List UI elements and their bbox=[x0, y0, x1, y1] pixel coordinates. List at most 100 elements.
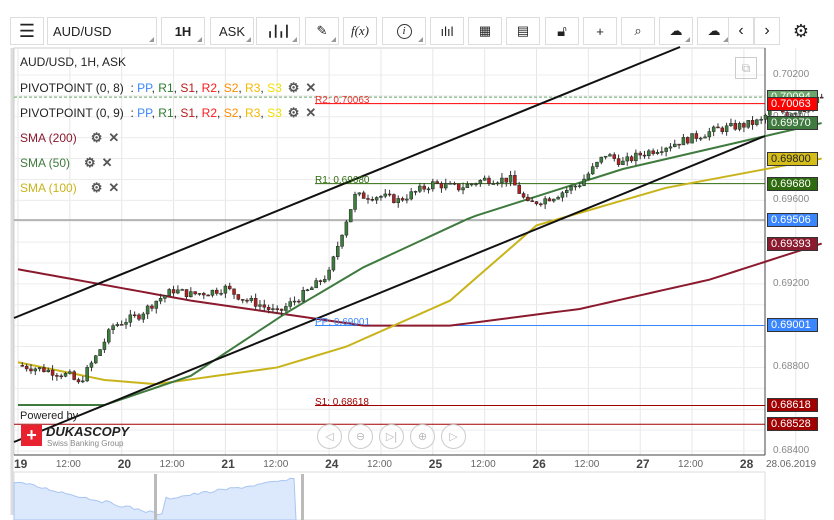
candle bbox=[750, 120, 755, 125]
close-icon[interactable]: ✕ bbox=[102, 155, 113, 171]
price-label: 0.69506 bbox=[767, 212, 818, 227]
candle bbox=[573, 185, 578, 188]
time-label: 12:00 bbox=[366, 459, 392, 470]
r2-level-label: R2: 0.70063 bbox=[315, 95, 370, 106]
candle bbox=[184, 289, 189, 298]
close-icon[interactable]: ✕ bbox=[108, 180, 119, 196]
candle bbox=[340, 234, 344, 247]
candle bbox=[145, 305, 150, 315]
candle bbox=[716, 126, 720, 129]
candle bbox=[249, 298, 254, 301]
pivot-part-r1: R1 bbox=[158, 106, 174, 120]
gear-icon[interactable]: ⚙ bbox=[288, 105, 300, 121]
candle bbox=[297, 300, 301, 303]
candle bbox=[452, 183, 457, 185]
candle bbox=[50, 369, 55, 376]
close-icon[interactable]: ✕ bbox=[305, 80, 316, 96]
pivot-parts: : PP, R1, S1, R2, S2, R3, S3 bbox=[123, 106, 282, 120]
candle bbox=[543, 198, 547, 205]
candle bbox=[76, 379, 81, 383]
close-icon[interactable]: ✕ bbox=[305, 105, 316, 121]
candle bbox=[37, 367, 42, 370]
candle bbox=[694, 133, 699, 139]
scroll-forward-button[interactable]: ▷ bbox=[441, 424, 466, 449]
reset-button[interactable]: ▷| bbox=[379, 424, 404, 449]
candle bbox=[292, 300, 297, 303]
candle bbox=[746, 120, 750, 128]
candle bbox=[387, 193, 392, 196]
candle bbox=[353, 193, 357, 210]
candle bbox=[202, 293, 206, 296]
pivot-part-r3: R3 bbox=[245, 81, 261, 95]
candle bbox=[439, 183, 444, 189]
skip-end-icon: ▷| bbox=[385, 431, 398, 443]
candle bbox=[288, 301, 292, 307]
candle bbox=[379, 195, 383, 198]
candle bbox=[634, 152, 638, 162]
candle bbox=[487, 177, 491, 184]
candle bbox=[400, 198, 405, 201]
candle bbox=[271, 308, 275, 310]
candle bbox=[517, 184, 521, 194]
candle bbox=[655, 151, 660, 154]
sma100-legend: SMA (100) ⚙ ✕ bbox=[20, 180, 119, 196]
scroll-back-button[interactable]: ◁ bbox=[317, 424, 342, 449]
candle bbox=[253, 298, 258, 307]
candle bbox=[564, 189, 569, 193]
candle bbox=[405, 198, 409, 201]
gear-icon[interactable]: ⚙ bbox=[91, 130, 103, 146]
candle bbox=[590, 166, 595, 175]
pivot-part-r2: R2 bbox=[201, 81, 218, 95]
candle bbox=[444, 183, 448, 189]
candle bbox=[81, 380, 85, 383]
candle bbox=[681, 137, 686, 146]
candle bbox=[335, 246, 340, 258]
candle bbox=[431, 181, 435, 190]
s1-level-label: S1: 0.68618 bbox=[315, 397, 369, 408]
zoom-out-button[interactable]: ⊖ bbox=[348, 424, 373, 449]
candle bbox=[63, 373, 68, 377]
gear-icon[interactable]: ⚙ bbox=[288, 80, 300, 96]
candle bbox=[677, 143, 681, 146]
time-label: 12:00 bbox=[159, 459, 185, 470]
candle bbox=[422, 185, 426, 190]
candle bbox=[703, 136, 707, 139]
time-label: 27 bbox=[636, 457, 650, 471]
candle bbox=[119, 324, 124, 326]
candle bbox=[279, 308, 284, 311]
candle bbox=[33, 368, 38, 372]
candle bbox=[206, 294, 210, 297]
candle bbox=[210, 289, 215, 296]
close-icon[interactable]: ✕ bbox=[108, 130, 119, 146]
price-tick: 0.69600 bbox=[773, 194, 810, 206]
candle bbox=[638, 152, 642, 156]
candle bbox=[547, 198, 552, 202]
candle bbox=[232, 288, 236, 295]
candle bbox=[724, 125, 729, 132]
zoom-in-button[interactable]: ⊕ bbox=[410, 424, 435, 449]
candle bbox=[141, 313, 146, 320]
expand-icon[interactable]: ⧉ bbox=[735, 57, 757, 79]
candle bbox=[310, 287, 314, 290]
gear-icon[interactable]: ⚙ bbox=[91, 180, 103, 196]
candle bbox=[685, 137, 690, 144]
pivot-name: PIVOTPOINT (0, 8) bbox=[20, 81, 124, 95]
sma50-legend: SMA (50) ⚙ ✕ bbox=[20, 155, 113, 171]
candle bbox=[262, 304, 267, 308]
candle bbox=[223, 285, 228, 294]
price-label: 0.69680 bbox=[767, 176, 818, 191]
candle bbox=[106, 329, 111, 343]
candle bbox=[569, 186, 573, 191]
candle bbox=[603, 155, 608, 158]
candle bbox=[189, 291, 193, 298]
pivot-part-s2: S2 bbox=[223, 106, 239, 120]
candle bbox=[435, 181, 439, 184]
candle bbox=[418, 185, 422, 192]
pivot-legend-2: PIVOTPOINT (0, 9) : PP, R1, S1, R2, S2, … bbox=[20, 105, 316, 121]
gear-icon[interactable]: ⚙ bbox=[84, 155, 96, 171]
candle bbox=[219, 292, 223, 295]
candle bbox=[132, 314, 137, 317]
price-label: 0.69393 bbox=[767, 236, 818, 251]
candle bbox=[577, 185, 582, 187]
candle bbox=[383, 193, 388, 197]
